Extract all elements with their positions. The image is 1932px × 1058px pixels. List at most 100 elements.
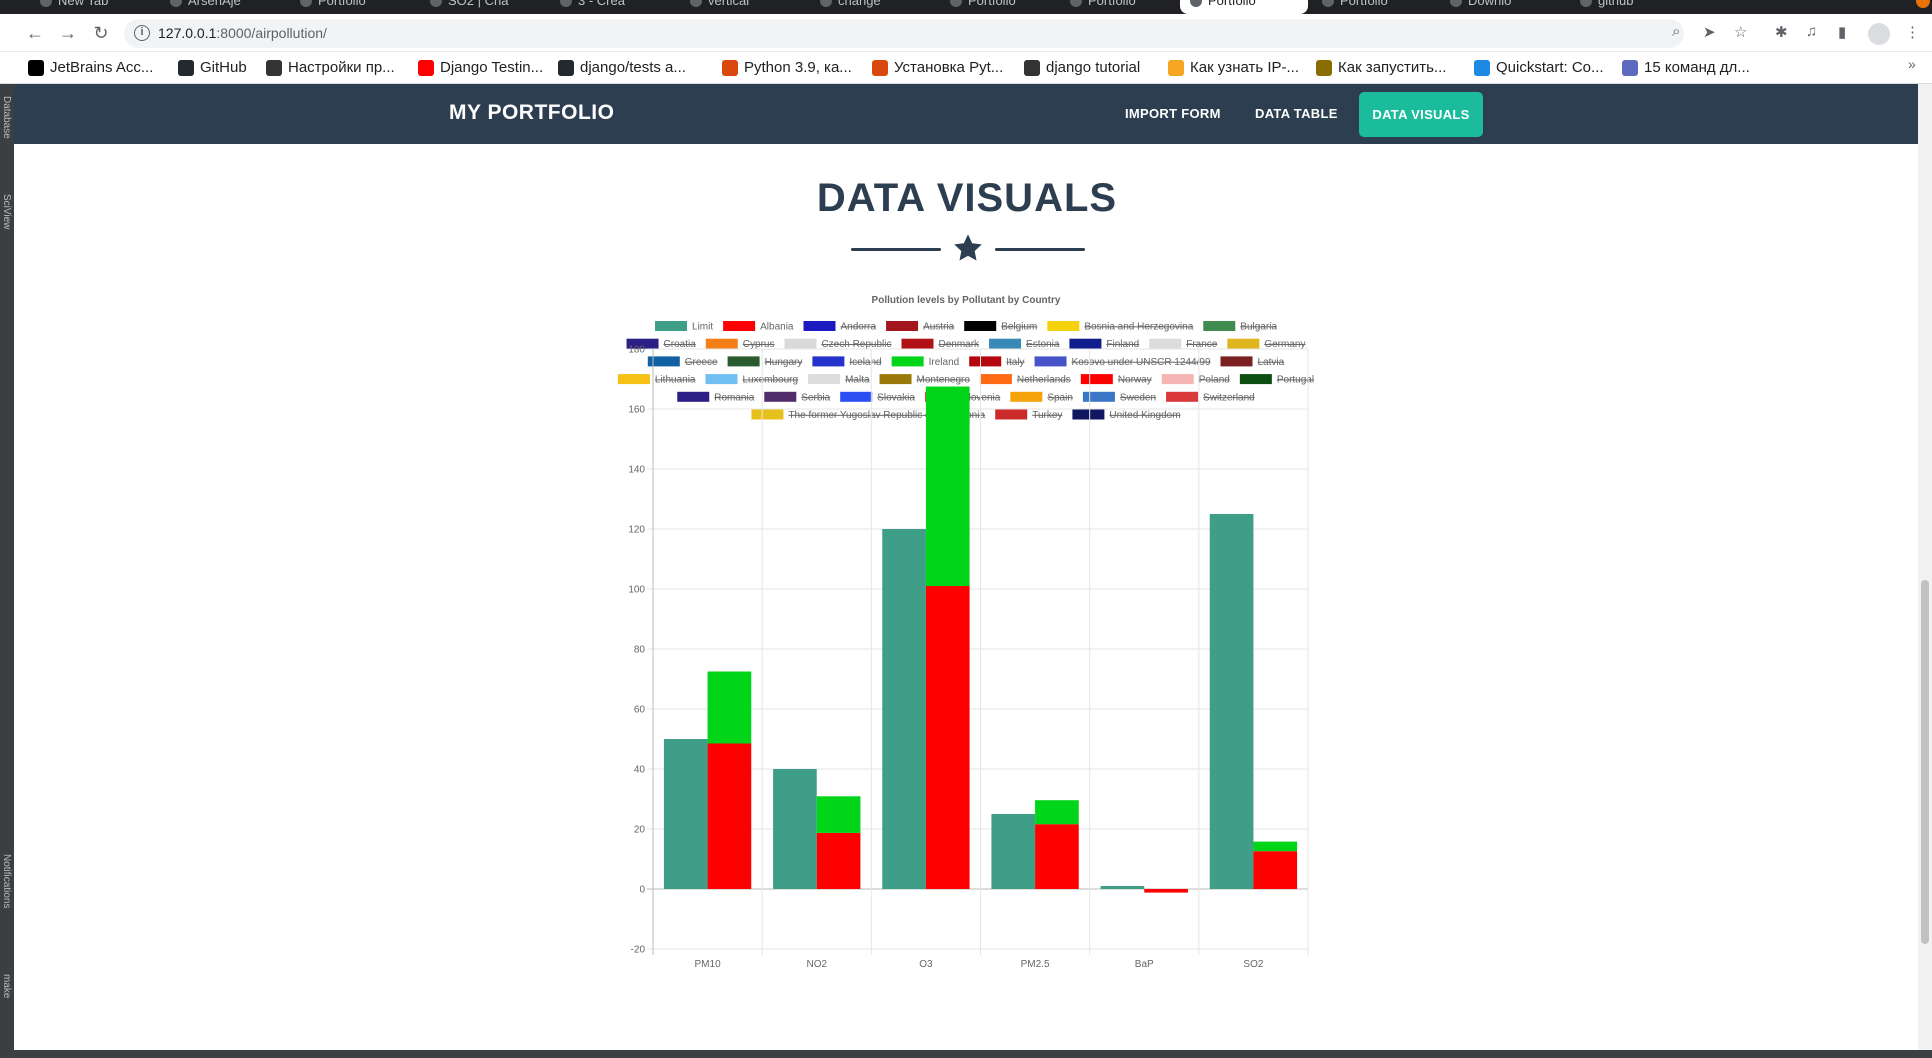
page-scrollbar[interactable]	[1918, 84, 1932, 1050]
ide-make-tab[interactable]: make	[1, 974, 12, 998]
tab-favicon-icon	[1190, 0, 1202, 7]
tab-favicon-icon	[1070, 0, 1082, 7]
legend-label: Ireland	[929, 357, 960, 368]
bar-limit	[1209, 514, 1254, 889]
tab-label: Portfolio	[1340, 0, 1388, 8]
ide-sciview-tab[interactable]: SciView	[1, 194, 12, 229]
reload-icon[interactable]: ↻	[90, 22, 112, 44]
bookmark-label: GitHub	[200, 59, 247, 76]
browser-tab[interactable]: 3 - Crea×	[550, 0, 668, 14]
legend-swatch	[964, 321, 997, 331]
legend-swatch	[969, 356, 1002, 367]
media-icon[interactable]: ♫	[1806, 23, 1817, 40]
browser-tab[interactable]: New Tab×	[30, 0, 148, 14]
bookmark-item[interactable]: JetBrains Acc...	[28, 58, 153, 78]
browser-tab[interactable]: Portfolio×	[1060, 0, 1178, 14]
legend-swatch	[764, 391, 797, 402]
extensions-icon[interactable]: ✱	[1775, 23, 1788, 41]
y-tick-label: 0	[639, 885, 645, 896]
back-icon[interactable]: ←	[24, 22, 46, 44]
browser-tab[interactable]: change×	[810, 0, 928, 14]
legend-swatch	[1034, 356, 1067, 367]
legend-swatch	[995, 409, 1028, 420]
legend-swatch	[1080, 374, 1113, 385]
browser-tab[interactable]: Portfolio×	[940, 0, 1058, 14]
bookmark-item[interactable]: Django Testin...	[418, 58, 543, 78]
scrollbar-thumb[interactable]	[1921, 580, 1929, 944]
url-text[interactable]: 127.0.0.1:8000/airpollution/	[158, 25, 327, 41]
profile-avatar[interactable]	[1868, 23, 1890, 45]
bookmark-item[interactable]: Как запустить...	[1316, 58, 1446, 78]
legend-swatch	[803, 321, 836, 331]
legend-label: Sweden	[1120, 392, 1156, 403]
share-icon[interactable]: ➤	[1703, 23, 1716, 41]
legend-label: Switzerland	[1203, 392, 1255, 403]
browser-tab[interactable]: Portfolio×	[1312, 0, 1430, 14]
bar-limit	[663, 739, 708, 889]
bookmarks-overflow-icon[interactable]: »	[1908, 56, 1916, 72]
browser-tab[interactable]: Portfolio×	[1180, 0, 1308, 14]
legend-label: Luxembourg	[742, 375, 798, 386]
ide-tool-strip: Database SciView Notifications make	[0, 84, 14, 1058]
browser-tab[interactable]: vertical×	[680, 0, 798, 14]
legend-label: Malta	[845, 375, 870, 386]
bookmark-item[interactable]: GitHub	[178, 58, 247, 78]
legend-swatch	[784, 338, 817, 349]
address-bar[interactable]: i 127.0.0.1:8000/airpollution/	[124, 19, 1684, 48]
side-panel-icon[interactable]: ▮	[1838, 23, 1846, 41]
browser-tab[interactable]: SO2 | Cha×	[420, 0, 538, 14]
bookmark-item[interactable]: Настройки пр...	[266, 58, 395, 78]
tab-favicon-icon	[1580, 0, 1592, 7]
y-tick-label: 140	[628, 465, 645, 476]
legend-swatch	[808, 374, 841, 385]
tab-label: Downlo	[1468, 0, 1512, 8]
zoom-icon[interactable]: ⌕	[1672, 23, 1680, 40]
bookmark-item[interactable]: django/tests a...	[558, 58, 686, 78]
browser-tab[interactable]: Downlo×	[1440, 0, 1558, 14]
legend-swatch	[1069, 338, 1102, 349]
legend-label: Montenegro	[917, 375, 971, 386]
bookmark-favicon-icon	[558, 60, 574, 76]
chart-title: Pollution levels by Pollutant by Country	[872, 295, 1061, 306]
bookmark-favicon-icon	[872, 60, 888, 76]
x-tick-label: O3	[919, 959, 933, 970]
ide-notifications-tab[interactable]: Notifications	[1, 854, 12, 908]
bookmark-star-icon[interactable]: ☆	[1734, 23, 1747, 41]
legend-label: Greece	[685, 357, 718, 368]
browser-tab[interactable]: github×	[1570, 0, 1680, 14]
legend-swatch	[1161, 374, 1194, 385]
bookmark-item[interactable]: Quickstart: Co...	[1474, 58, 1604, 78]
bookmark-favicon-icon	[28, 60, 44, 76]
bookmark-favicon-icon	[178, 60, 194, 76]
bar-limit	[882, 529, 926, 889]
bar-ireland	[925, 386, 970, 586]
legend-label: Limit	[692, 322, 713, 333]
legend-swatch	[891, 356, 924, 367]
legend-label: Romania	[714, 392, 754, 403]
tab-label: Portfolio	[318, 0, 366, 8]
bookmark-item[interactable]: django tutorial	[1024, 58, 1140, 78]
tab-favicon-icon	[820, 0, 832, 7]
bar-limit	[991, 814, 1036, 889]
bar-albania	[707, 743, 752, 889]
ide-database-tab[interactable]: Database	[1, 96, 12, 139]
forward-icon[interactable]: →	[57, 22, 79, 44]
legend-label: Albania	[760, 322, 794, 333]
bookmark-item[interactable]: Как узнать IP-...	[1168, 58, 1299, 78]
browser-tab[interactable]: ArsenAje×	[160, 0, 278, 14]
bookmark-item[interactable]: 15 команд дл...	[1622, 58, 1750, 78]
browser-tab[interactable]: Portfolio×	[290, 0, 408, 14]
tab-favicon-icon	[560, 0, 572, 7]
bookmark-item[interactable]: Установка Pyt...	[872, 58, 1003, 78]
browser-toolbar: ← → ↻ i 127.0.0.1:8000/airpollution/ ⌕ ➤…	[0, 14, 1932, 52]
bar-limit	[1100, 886, 1145, 889]
bookmark-label: django/tests a...	[580, 59, 686, 76]
bookmarks-bar: JetBrains Acc... GitHub Настройки пр... Dja…	[0, 52, 1932, 84]
y-tick-label: 160	[628, 405, 645, 416]
bookmark-item[interactable]: Python 3.9, ка...	[722, 58, 852, 78]
bar-albania	[1144, 889, 1188, 893]
y-tick-label: 80	[634, 645, 646, 656]
menu-icon[interactable]: ⋮	[1905, 23, 1920, 41]
ide-status-bar	[0, 1050, 1932, 1058]
site-info-icon[interactable]: i	[134, 25, 150, 41]
